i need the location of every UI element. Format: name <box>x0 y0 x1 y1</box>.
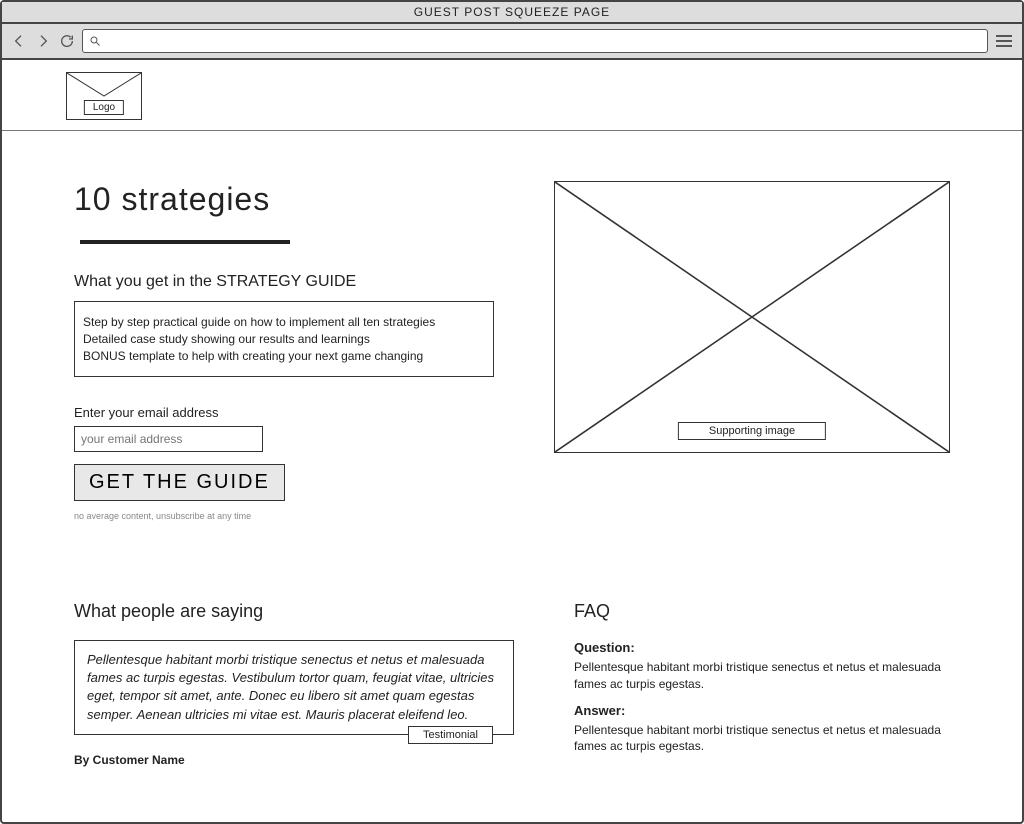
benefit-item: BONUS template to help with creating you… <box>83 349 485 363</box>
back-icon[interactable] <box>10 32 28 50</box>
benefit-item: Detailed case study showing our results … <box>83 332 485 346</box>
supporting-image-placeholder: Supporting image <box>554 181 950 453</box>
testimonial-box: Pellentesque habitant morbi tristique se… <box>74 640 514 735</box>
page-headline: 10 strategies <box>74 181 494 255</box>
faq-question-label: Question: <box>574 640 950 655</box>
email-field[interactable] <box>74 426 263 452</box>
fineprint: no average content, unsubscribe at any t… <box>74 511 334 521</box>
headline-text: 10 strategies <box>74 181 270 217</box>
logo-placeholder: Logo <box>66 72 142 120</box>
image-caption: Supporting image <box>678 422 826 440</box>
reload-icon[interactable] <box>58 32 76 50</box>
address-bar[interactable] <box>82 29 988 53</box>
faq-heading: FAQ <box>574 601 950 622</box>
benefits-box: Step by step practical guide on how to i… <box>74 301 494 377</box>
faq-answer-text: Pellentesque habitant morbi tristique se… <box>574 722 950 756</box>
forward-icon[interactable] <box>34 32 52 50</box>
email-label: Enter your email address <box>74 405 494 420</box>
testimonial-text: Pellentesque habitant morbi tristique se… <box>87 651 501 724</box>
social-proof-heading: What people are saying <box>74 601 514 622</box>
window-title: GUEST POST SQUEEZE PAGE <box>2 2 1022 24</box>
logo-label: Logo <box>84 100 124 115</box>
subheading: What you get in the STRATEGY GUIDE <box>74 273 494 291</box>
address-input[interactable] <box>105 33 981 49</box>
menu-icon[interactable] <box>994 33 1014 49</box>
testimonial-tag: Testimonial <box>408 726 493 744</box>
testimonial-byline: By Customer Name <box>74 753 514 767</box>
browser-window: GUEST POST SQUEEZE PAGE Logo <box>0 0 1024 824</box>
browser-toolbar <box>2 24 1022 60</box>
search-icon <box>89 35 101 47</box>
benefit-item: Step by step practical guide on how to i… <box>83 315 485 329</box>
headline-blank <box>80 234 290 244</box>
get-guide-button[interactable]: GET THE GUIDE <box>74 464 285 501</box>
page-content: Logo 10 strategies What you get in the S… <box>2 60 1022 822</box>
faq-question-text: Pellentesque habitant morbi tristique se… <box>574 659 950 693</box>
faq-answer-label: Answer: <box>574 703 950 718</box>
